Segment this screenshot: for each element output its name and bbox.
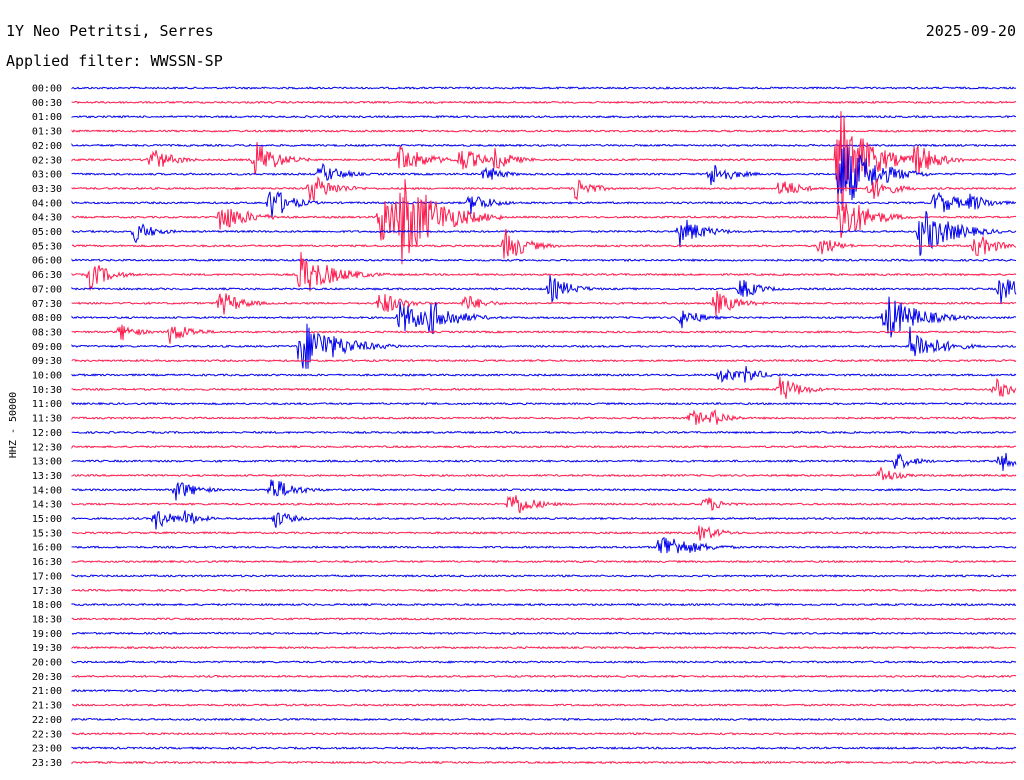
tick-label-0230: 02:30 xyxy=(32,155,62,166)
trace-line-0900 xyxy=(71,323,1017,369)
tick-label-0300: 03:00 xyxy=(32,170,62,181)
tick-label-1300: 13:00 xyxy=(32,457,62,468)
tick-label-1400: 14:00 xyxy=(32,485,62,496)
date-label: 2025-09-20 xyxy=(926,22,1016,40)
trace-line-2130 xyxy=(71,703,1017,707)
trace-line-2000 xyxy=(71,660,1017,664)
y-axis-label: HHZ - 50000 xyxy=(8,392,19,458)
trace-line-0930 xyxy=(71,358,1017,363)
trace-line-1130 xyxy=(71,408,1017,425)
tick-label-0430: 04:30 xyxy=(32,213,62,224)
trace-line-1030 xyxy=(71,376,1017,399)
tick-label-0730: 07:30 xyxy=(32,299,62,310)
tick-label-1800: 18:00 xyxy=(32,600,62,611)
tick-label-2200: 22:00 xyxy=(32,715,62,726)
trace-line-0530 xyxy=(71,229,1017,259)
tick-label-0930: 09:30 xyxy=(32,356,62,367)
tick-label-1600: 16:00 xyxy=(32,543,62,554)
tick-label-0530: 05:30 xyxy=(32,241,62,252)
trace-line-0100 xyxy=(71,114,1017,119)
station-title: 1Y Neo Petritsi, Serres xyxy=(6,22,214,40)
trace-line-0600 xyxy=(71,258,1017,263)
trace-line-0730 xyxy=(71,290,1017,316)
trace-line-1300 xyxy=(71,452,1017,471)
trace-line-1200 xyxy=(71,430,1017,435)
trace-line-1830 xyxy=(71,617,1017,621)
tick-label-1930: 19:30 xyxy=(32,643,62,654)
tick-label-1700: 17:00 xyxy=(32,571,62,582)
tick-label-1100: 11:00 xyxy=(32,399,62,410)
trace-line-1700 xyxy=(71,573,1017,578)
trace-line-1400 xyxy=(71,479,1017,501)
trace-line-0330 xyxy=(71,175,1017,201)
tick-label-2300: 23:00 xyxy=(32,744,62,755)
tick-label-0700: 07:00 xyxy=(32,284,62,295)
tick-label-0830: 08:30 xyxy=(32,327,62,338)
tick-label-1200: 12:00 xyxy=(32,428,62,439)
tick-label-2330: 23:30 xyxy=(32,758,62,769)
trace-line-1730 xyxy=(71,588,1017,593)
tick-label-2100: 21:00 xyxy=(32,686,62,697)
trace-line-1600 xyxy=(71,536,1017,554)
tick-label-2130: 21:30 xyxy=(32,701,62,712)
trace-line-1330 xyxy=(71,466,1017,481)
tick-label-0600: 06:00 xyxy=(32,256,62,267)
tick-label-1730: 17:30 xyxy=(32,586,62,597)
tick-label-1630: 16:30 xyxy=(32,557,62,568)
tick-label-2030: 20:30 xyxy=(32,672,62,683)
trace-line-2100 xyxy=(71,688,1017,693)
trace-line-0200 xyxy=(71,143,1017,148)
trace-line-1230 xyxy=(71,444,1017,450)
tick-label-0500: 05:00 xyxy=(32,227,62,238)
trace-line-0230 xyxy=(71,111,1017,216)
trace-line-1530 xyxy=(71,525,1017,541)
trace-line-0000 xyxy=(71,86,1017,90)
trace-line-2230 xyxy=(71,731,1017,736)
trace-line-1000 xyxy=(71,366,1017,384)
trace-line-0830 xyxy=(71,324,1017,344)
trace-line-1430 xyxy=(71,495,1017,514)
tick-label-0100: 01:00 xyxy=(32,112,62,123)
tick-label-2000: 20:00 xyxy=(32,658,62,669)
tick-label-1430: 14:30 xyxy=(32,500,62,511)
trace-line-1900 xyxy=(71,631,1017,636)
tick-label-0000: 00:00 xyxy=(32,84,62,95)
trace-line-0630 xyxy=(71,252,1017,292)
tick-label-0630: 06:30 xyxy=(32,270,62,281)
tick-label-1330: 13:30 xyxy=(32,471,62,482)
tick-label-1900: 19:00 xyxy=(32,629,62,640)
trace-line-1930 xyxy=(71,645,1017,650)
tick-label-0130: 01:30 xyxy=(32,127,62,138)
trace-line-1100 xyxy=(71,401,1017,406)
trace-line-2200 xyxy=(71,717,1017,722)
tick-label-2230: 22:30 xyxy=(32,729,62,740)
tick-label-0400: 04:00 xyxy=(32,198,62,209)
tick-label-1000: 10:00 xyxy=(32,371,62,382)
tick-label-1830: 18:30 xyxy=(32,614,62,625)
tick-label-0030: 00:30 xyxy=(32,98,62,109)
trace-line-1500 xyxy=(71,510,1017,530)
tick-label-1500: 15:00 xyxy=(32,514,62,525)
trace-line-2330 xyxy=(71,760,1017,765)
trace-group xyxy=(71,86,1017,765)
trace-line-0030 xyxy=(71,100,1017,105)
tick-label-0900: 09:00 xyxy=(32,342,62,353)
tick-label-0200: 02:00 xyxy=(32,141,62,152)
trace-line-1800 xyxy=(71,602,1017,607)
tick-label-1530: 15:30 xyxy=(32,528,62,539)
tick-label-0800: 08:00 xyxy=(32,313,62,324)
tick-label-1030: 10:30 xyxy=(32,385,62,396)
trace-line-1630 xyxy=(71,559,1017,564)
tick-label-0330: 03:30 xyxy=(32,184,62,195)
trace-line-0130 xyxy=(71,129,1017,133)
trace-line-2030 xyxy=(71,674,1017,679)
filter-label: Applied filter: WWSSN-SP xyxy=(6,52,223,70)
helicorder-chart: 1Y Neo Petritsi, Serres 2025-09-20 Appli… xyxy=(6,22,1017,769)
trace-line-0700 xyxy=(71,275,1017,305)
trace-line-2300 xyxy=(71,746,1017,750)
tick-label-group: 00:00 00:30 01:00 01:30 02:00 02:30 03:00 03:30… xyxy=(32,84,62,769)
tick-label-1130: 11:30 xyxy=(32,414,62,425)
tick-label-1230: 12:30 xyxy=(32,442,62,453)
